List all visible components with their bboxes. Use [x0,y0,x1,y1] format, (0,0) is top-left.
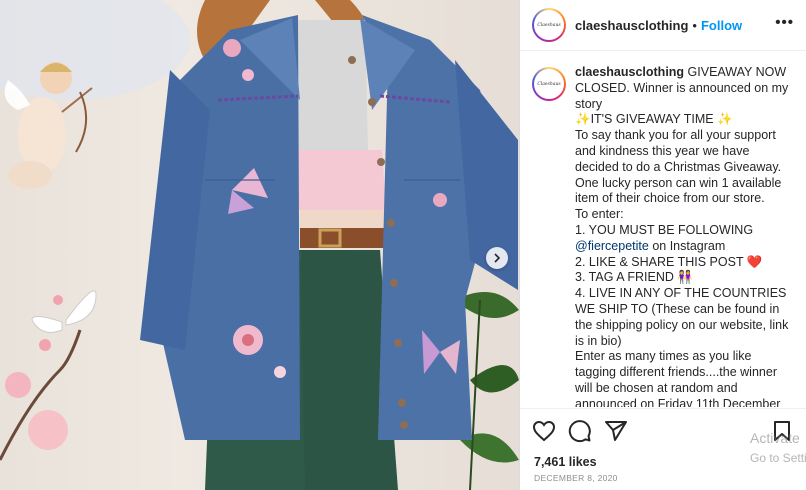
more-options-button[interactable]: ••• [775,14,794,37]
post-header: Claeshaus claeshausclothing • Follow ••• [520,0,806,51]
caption-text: claeshausclothing GIVEAWAY NOW CLOSED. W… [575,65,792,407]
like-count[interactable]: 7,461 likes [534,455,597,469]
activation-watermark-subtitle: Go to Setti [750,451,806,465]
activation-watermark-title: Activate [750,430,800,446]
caption-avatar[interactable]: Claeshaus [532,67,566,101]
heart-icon[interactable] [532,419,556,443]
caption-line: ✨IT'S GIVEAWAY TIME ✨ [575,112,733,127]
header-username[interactable]: claeshausclothing [575,18,688,33]
caption-line: Enter as many times as you like tagging … [575,349,781,407]
next-image-button[interactable] [486,247,508,269]
follow-button[interactable]: Follow [701,18,742,33]
post-photo-illustration [0,0,519,490]
caption-line: 2. LIKE & SHARE THIS POST ❤️ [575,254,763,269]
share-icon[interactable] [604,419,628,443]
caption-line: To say thank you for all your support an… [575,128,782,206]
mention-link[interactable]: @fiercepetite [575,239,649,253]
post-details-pane: Claeshaus claeshausclothing • Follow •••… [519,0,806,490]
avatar[interactable]: Claeshaus [532,8,566,42]
header-separator: • [692,17,697,33]
caption: Claeshaus claeshausclothing GIVEAWAY NOW… [520,51,806,407]
caption-line: 1. YOU MUST BE FOLLOWING [575,222,754,237]
caption-line: To enter: [575,207,624,222]
chevron-right-icon [494,253,501,263]
post-image[interactable] [0,0,519,490]
comment-icon[interactable] [568,419,592,443]
caption-username[interactable]: claeshausclothing [575,65,684,79]
avatar-logo: Claeshaus [534,10,564,40]
butterfly-sticker [31,290,97,333]
caption-avatar-logo: Claeshaus [534,69,564,99]
caption-line: 3. TAG A FRIEND 👭 [575,270,693,285]
caption-line: on Instagram [652,238,726,253]
caption-line: 4. LIVE IN ANY OF THE COUNTRIES WE SHIP … [575,286,789,348]
post-date: DECEMBER 8, 2020 [534,473,618,483]
